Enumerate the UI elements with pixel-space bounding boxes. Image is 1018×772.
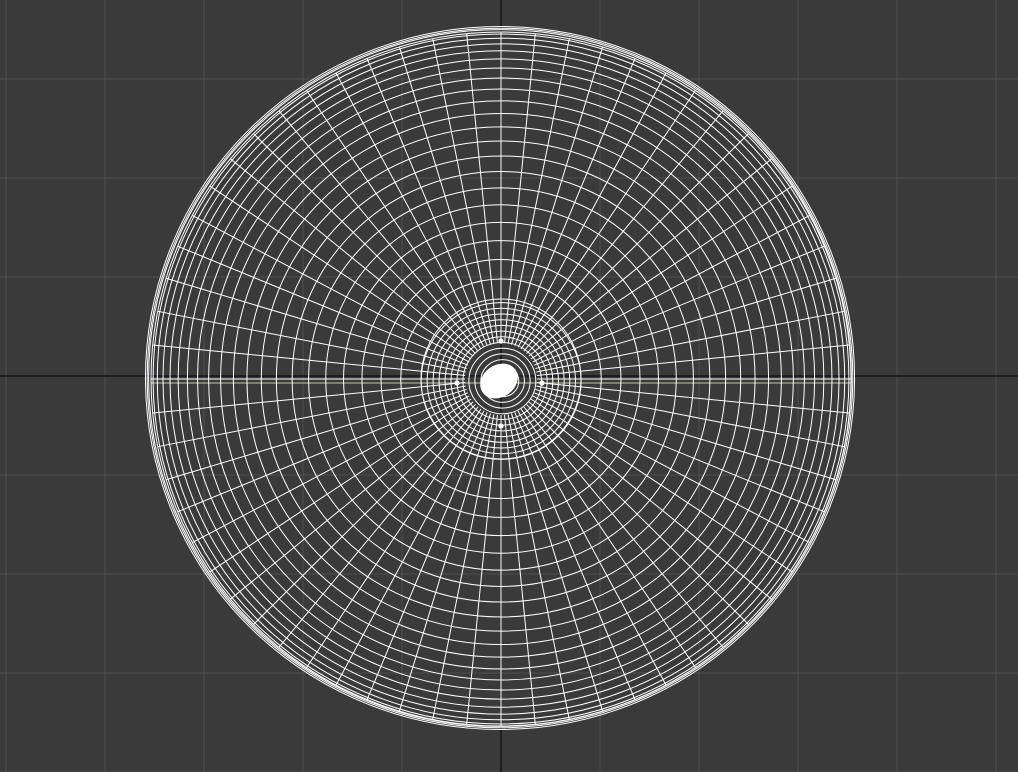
mesh-spoke bbox=[530, 398, 793, 573]
vertex-marker bbox=[539, 380, 545, 386]
mesh-spoke bbox=[510, 413, 604, 712]
vertex-marker bbox=[498, 338, 504, 344]
mesh-spoke bbox=[165, 388, 467, 481]
mesh-spoke bbox=[535, 277, 837, 370]
mesh-spoke bbox=[532, 214, 810, 363]
vertex-marker bbox=[498, 423, 504, 429]
mesh-spoke bbox=[165, 277, 467, 370]
mesh-spoke bbox=[535, 388, 837, 481]
mesh-spoke bbox=[532, 395, 810, 544]
mesh-spoke bbox=[209, 185, 472, 360]
mesh-spoke bbox=[398, 413, 492, 712]
mesh-spoke bbox=[335, 410, 485, 686]
mesh-spoke bbox=[530, 185, 793, 360]
mesh-spoke bbox=[510, 46, 604, 345]
mesh-spoke bbox=[517, 410, 667, 686]
mesh-spoke bbox=[335, 72, 485, 348]
vertex-marker bbox=[454, 380, 460, 386]
viewport-canvas[interactable] bbox=[0, 0, 1018, 772]
mesh-spoke bbox=[192, 395, 470, 544]
top-viewport[interactable] bbox=[0, 0, 1018, 772]
disc-mesh-wireframe[interactable] bbox=[144, 25, 856, 731]
mesh-spoke bbox=[517, 72, 667, 348]
mesh-spoke bbox=[209, 398, 472, 573]
mesh-spoke bbox=[192, 214, 470, 363]
mesh-spoke bbox=[398, 46, 492, 345]
